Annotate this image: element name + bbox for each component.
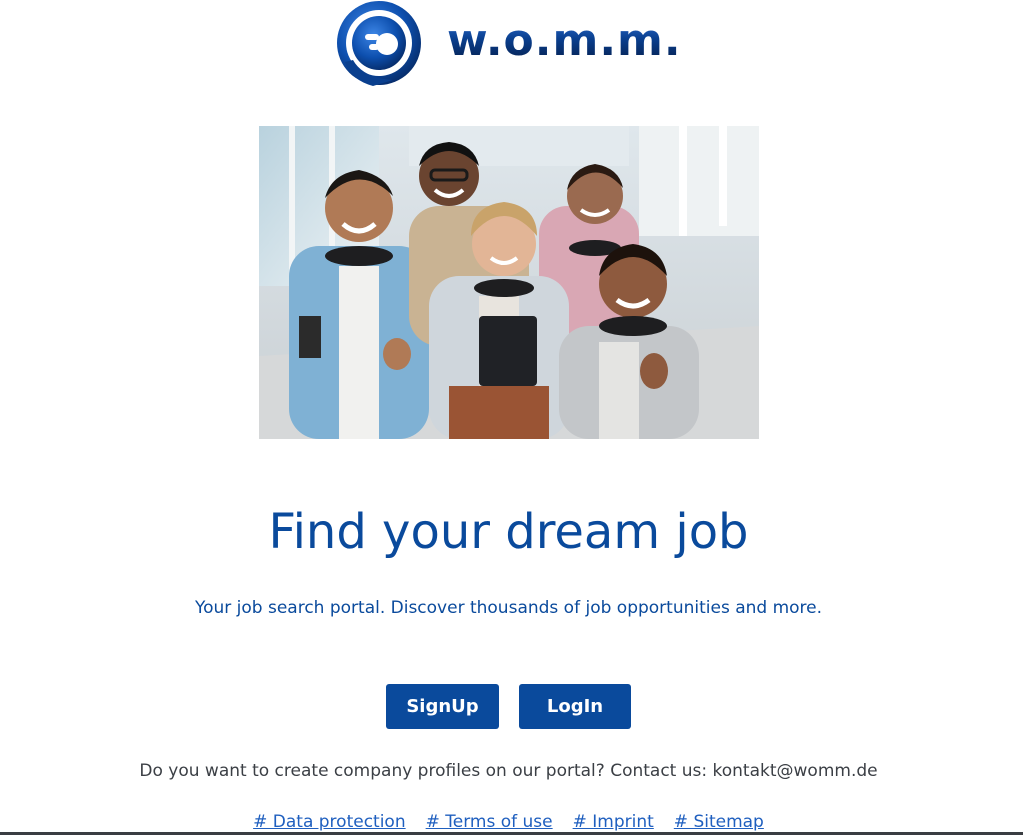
footer-link-sitemap[interactable]: # Sitemap (674, 810, 764, 834)
page-subtitle: Your job search portal. Discover thousan… (194, 598, 823, 618)
site-logo[interactable]: w.o.m.m. (333, 0, 682, 88)
contact-text: Do you want to create company profiles o… (139, 761, 878, 781)
womm-logo-icon (337, 1, 421, 86)
logo-wordmark: w.o.m.m. (447, 15, 682, 66)
login-button[interactable]: LogIn (519, 684, 631, 729)
page-title: Find your dream job (268, 504, 749, 560)
hero-photo (259, 126, 759, 439)
footer-link-imprint[interactable]: # Imprint (573, 810, 654, 834)
footer-links: # Data protection # Terms of use # Impri… (0, 810, 1017, 834)
landing-page: w.o.m.m. Find your dream job Your job se… (0, 0, 1023, 835)
group-photo-image (259, 126, 759, 439)
footer-link-data-protection[interactable]: # Data protection (253, 810, 406, 834)
signup-button[interactable]: SignUp (386, 684, 499, 729)
footer-link-terms-of-use[interactable]: # Terms of use (426, 810, 553, 834)
